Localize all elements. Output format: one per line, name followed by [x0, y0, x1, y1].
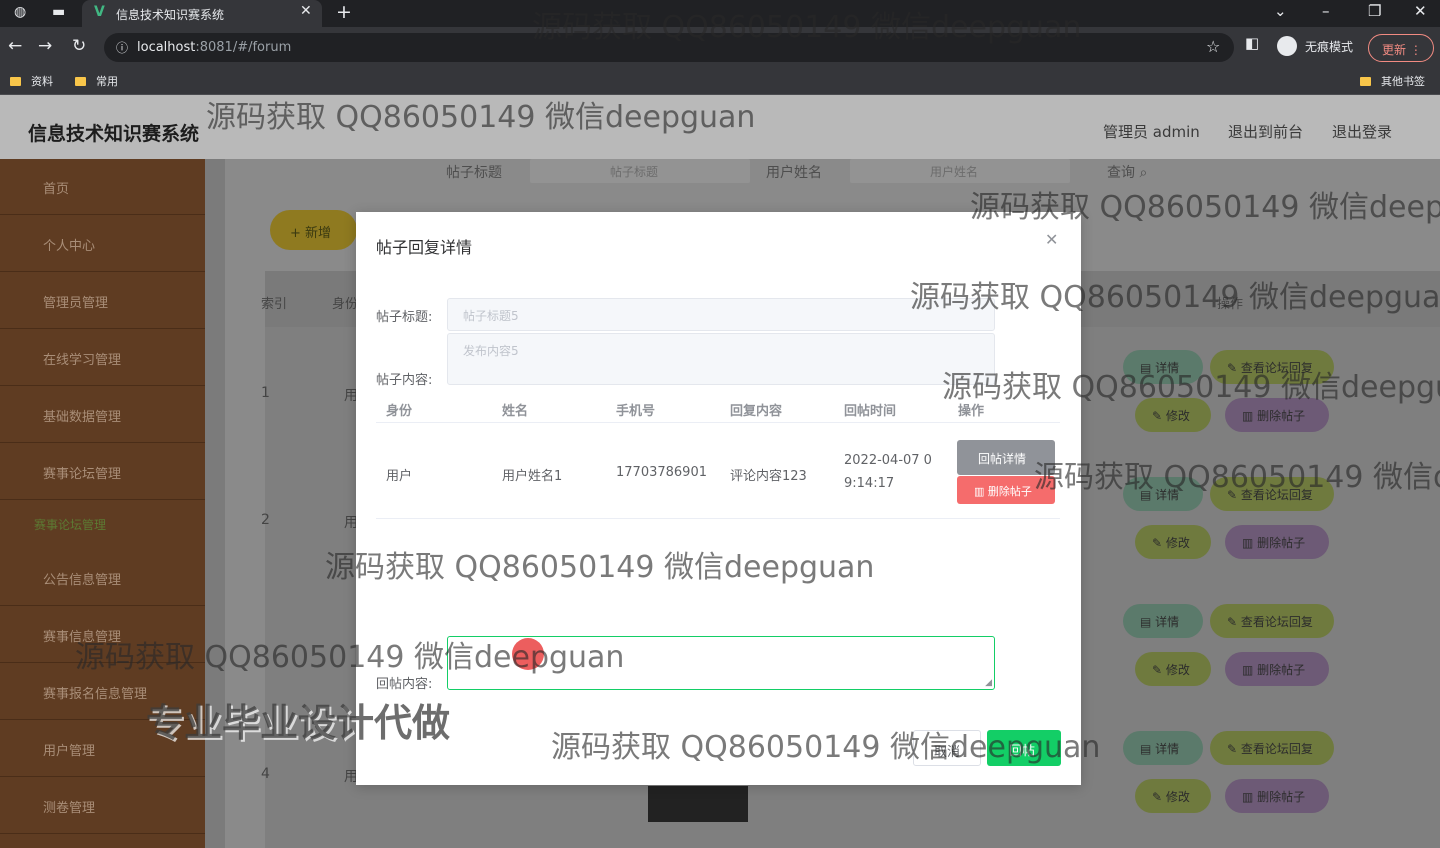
minimize-icon[interactable]: –: [1322, 2, 1330, 20]
delete-post-button[interactable]: ▥ 删除帖子: [1225, 525, 1329, 559]
delete-post-button[interactable]: ▥ 删除帖子: [1225, 779, 1329, 813]
close-icon[interactable]: ✕: [1045, 230, 1058, 249]
query-button[interactable]: 查询 ⌕: [1107, 162, 1147, 182]
reply-time-line1: 2022-04-07 0: [844, 453, 932, 468]
sidepanel-icon[interactable]: ◧: [1245, 34, 1259, 52]
watermark-big: 专业毕业设计代做: [146, 701, 451, 745]
folder-icon: [1360, 77, 1371, 86]
sidebar-subitem-forum[interactable]: 赛事论坛管理: [34, 516, 106, 533]
post-title-label: 帖子标题:: [376, 310, 433, 325]
view-reply-button[interactable]: ✎ 查看论坛回复: [1210, 731, 1334, 765]
post-content-label: 帖子内容:: [376, 373, 433, 388]
bookmark-star-icon[interactable]: ☆: [1206, 37, 1220, 56]
url-text: localhost:8081/#/forum: [137, 40, 292, 55]
delete-post-button[interactable]: ▥ 删除帖子: [1225, 652, 1329, 686]
reply-th-phone: 手机号: [616, 404, 656, 419]
row-index-4: 4: [261, 766, 270, 782]
reply-th-content: 回复内容: [730, 404, 783, 419]
reply-content: 评论内容123: [730, 469, 807, 484]
folder-icon: [75, 77, 86, 86]
tab-title: 信息技术知识赛系统: [116, 8, 225, 22]
search-title-input[interactable]: 帖子标题: [530, 159, 750, 183]
close-tab-icon[interactable]: ✕: [300, 3, 312, 19]
dialog-title: 帖子回复详情: [376, 238, 473, 257]
back-to-front-link[interactable]: 退出到前台: [1228, 121, 1303, 142]
resize-handle-icon[interactable]: ◢: [985, 678, 992, 688]
watermark: 源码获取 QQ86050149 微信deepguan: [75, 640, 625, 675]
divider: [376, 518, 1060, 519]
watermark: 源码获取 QQ86050149 微信deepguan: [325, 550, 875, 585]
reply-name: 用户姓名1: [502, 469, 563, 484]
edit-button[interactable]: ✎ 修改: [1135, 525, 1211, 559]
search-title-label: 帖子标题: [446, 165, 502, 181]
view-reply-button[interactable]: ✎ 查看论坛回复: [1210, 604, 1334, 638]
watermark: 源码获取 QQ86050149 微信deepguan: [970, 190, 1440, 225]
profile-icon[interactable]: ◍: [14, 4, 26, 20]
incognito-label: 无痕模式: [1305, 40, 1354, 54]
new-tab-icon[interactable]: +: [336, 1, 352, 23]
sidebar-item-exams[interactable]: 测卷管理: [0, 778, 205, 834]
incognito-icon: [1277, 36, 1297, 56]
sidebar-item-admins[interactable]: 管理员管理: [0, 273, 205, 329]
site-info-icon[interactable]: ⓘ: [116, 39, 128, 56]
reply-role: 用户: [386, 469, 413, 484]
post-content-field: 发布内容5: [447, 333, 995, 385]
watermark: 源码获取 QQ86050149 微信deepguan: [1034, 460, 1440, 495]
edit-button[interactable]: ✎ 修改: [1135, 652, 1211, 686]
reply-time-line2: 9:14:17: [844, 476, 895, 491]
logout-link[interactable]: 退出登录: [1332, 121, 1392, 142]
vue-logo-icon: V: [94, 4, 105, 20]
search-user-label: 用户姓名: [766, 165, 822, 181]
reply-th-role: 身份: [386, 404, 413, 419]
edit-button[interactable]: ✎ 修改: [1135, 779, 1211, 813]
back-icon[interactable]: ←: [8, 36, 22, 56]
bookmark-folder-1[interactable]: 常用: [75, 73, 118, 89]
reply-phone: 17703786901: [616, 465, 707, 480]
sidebar-item-home[interactable]: 首页: [0, 159, 205, 215]
bookmarks-bar: 资料 常用 其他书签: [0, 67, 1440, 95]
divider: [376, 422, 1060, 423]
browser-tab[interactable]: V 信息技术知识赛系统 ✕: [82, 0, 322, 27]
reload-icon[interactable]: ↻: [72, 36, 86, 56]
reply-th-name: 姓名: [502, 404, 529, 419]
forward-icon[interactable]: →: [38, 36, 52, 56]
sidebar-item-learning[interactable]: 在线学习管理: [0, 330, 205, 386]
current-user: 管理员 admin: [1103, 123, 1200, 141]
sidebar-item-forum[interactable]: 赛事论坛管理: [0, 444, 205, 500]
sidebar-item-basedata[interactable]: 基础数据管理: [0, 387, 205, 443]
close-window-icon[interactable]: ✕: [1414, 2, 1427, 20]
tab-search-icon[interactable]: ▬: [52, 4, 65, 20]
row-index-1: 1: [261, 385, 270, 401]
reply-th-time: 回帖时间: [844, 404, 897, 419]
app-title: 信息技术知识赛系统: [28, 123, 200, 145]
maximize-icon[interactable]: ❐: [1368, 2, 1381, 20]
th-role: 身份: [332, 297, 359, 312]
detail-button[interactable]: ▤ 详情: [1123, 604, 1203, 638]
bookmark-folder-0[interactable]: 资料: [10, 73, 53, 89]
other-bookmarks[interactable]: 其他书签: [1360, 73, 1425, 89]
update-button[interactable]: 更新 ⋮: [1368, 34, 1434, 62]
detail-button[interactable]: ▤ 详情: [1123, 731, 1203, 765]
th-index: 索引: [261, 297, 288, 312]
watermark: 源码获取 QQ86050149 微信deepguan: [206, 100, 756, 135]
watermark: 源码获取 QQ86050149 微信deepguan: [910, 280, 1440, 315]
folder-icon: [10, 77, 21, 86]
search-user-input[interactable]: 用户姓名: [850, 159, 1070, 183]
sidebar-item-notice[interactable]: 公告信息管理: [0, 550, 205, 606]
row-index-2: 2: [261, 512, 270, 528]
tab-list-icon[interactable]: ⌄: [1274, 2, 1287, 20]
watermark: 源码获取 QQ86050149 微信deepguan: [551, 730, 1101, 765]
watermark: 源码获取 QQ86050149 微信deepguan: [942, 370, 1440, 405]
sidebar-item-profile[interactable]: 个人中心: [0, 216, 205, 272]
post-image-thumbnail: [648, 786, 748, 822]
watermark: 源码获取 QQ86050149 微信deepguan: [532, 10, 1082, 45]
add-button[interactable]: + 新增: [270, 210, 357, 250]
